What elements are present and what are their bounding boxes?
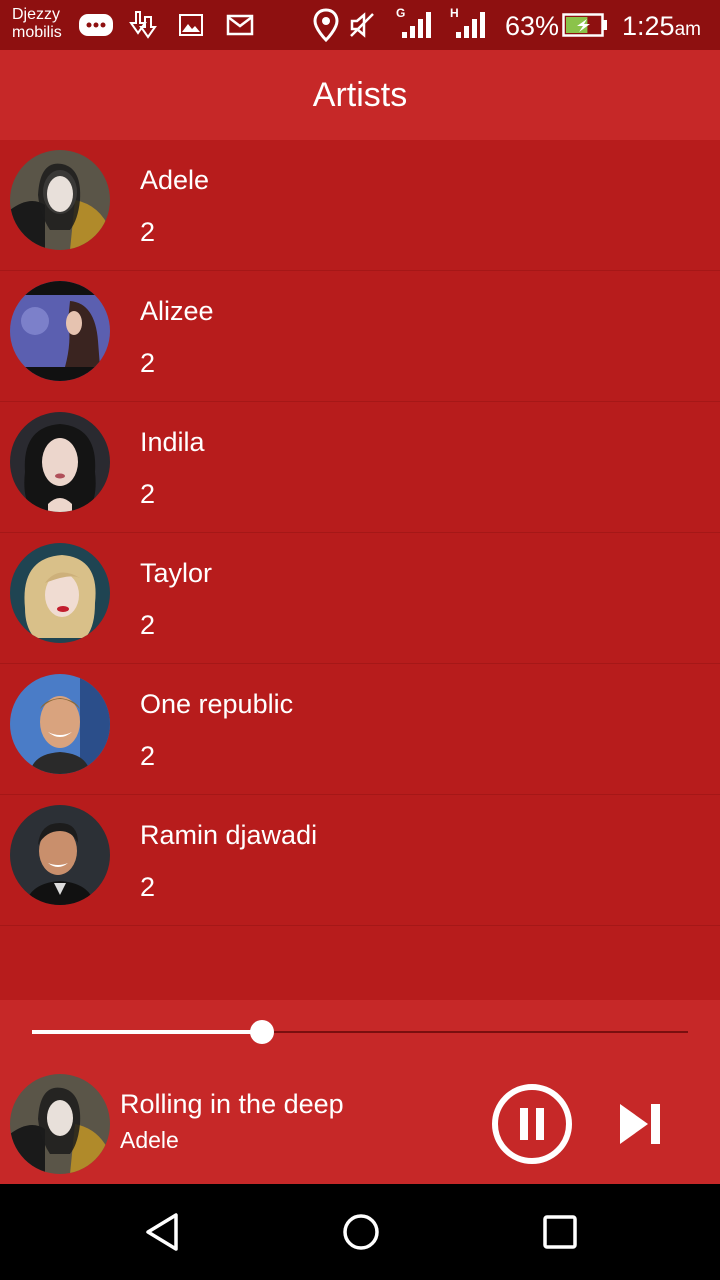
- network-type-label: H: [450, 6, 459, 20]
- skip-next-icon: [620, 1104, 660, 1144]
- navigation-bar: [0, 1184, 720, 1280]
- seek-bar[interactable]: [32, 1020, 688, 1044]
- home-icon: [343, 1214, 379, 1250]
- signal-icon: G: [394, 6, 434, 42]
- back-icon: [146, 1213, 178, 1251]
- signal-icon: H: [448, 6, 488, 42]
- artist-row[interactable]: Indila 2: [0, 402, 720, 533]
- app-bar: Artists: [0, 50, 720, 140]
- artist-song-count: 2: [140, 479, 156, 509]
- artist-song-count: 2: [140, 348, 156, 378]
- back-button[interactable]: [142, 1212, 182, 1252]
- now-playing-bar: Rolling in the deep Adele: [0, 1000, 720, 1184]
- artist-name: Adele: [140, 165, 210, 195]
- carrier-line-1: Djezzy: [12, 6, 61, 23]
- pause-icon: [536, 1108, 544, 1140]
- clock-suffix: am: [674, 19, 701, 40]
- artist-song-count: 2: [140, 872, 156, 902]
- location-icon: [313, 8, 339, 42]
- artist-row[interactable]: Taylor 2: [0, 533, 720, 664]
- artist-avatar: [10, 150, 110, 250]
- artist-song-count: 2: [140, 741, 156, 771]
- clock-time: 1:25: [622, 11, 675, 41]
- recent-apps-icon: [543, 1215, 577, 1249]
- clock: 1:25am: [622, 9, 701, 47]
- now-playing-title[interactable]: Rolling in the deep: [120, 1088, 344, 1120]
- home-button[interactable]: [341, 1212, 381, 1252]
- seek-thumb[interactable]: [249, 1020, 274, 1044]
- carrier-line-2: mobilis: [12, 24, 62, 41]
- pause-button[interactable]: [492, 1084, 572, 1164]
- artist-song-count: 2: [140, 217, 156, 247]
- seek-progress: [32, 1030, 262, 1034]
- carrier-name: Djezzy mobilis: [12, 6, 62, 42]
- chat-icon: [78, 8, 114, 42]
- now-playing-artist[interactable]: Adele: [120, 1126, 179, 1154]
- artist-avatar: [10, 674, 110, 774]
- artist-name: Ramin djawadi: [140, 820, 318, 850]
- battery-percent: 63%: [505, 11, 560, 41]
- artist-avatar: [10, 805, 110, 905]
- artist-name: Taylor: [140, 558, 213, 588]
- artist-row[interactable]: Ramin djawadi 2: [0, 795, 720, 926]
- battery-charging-icon: [562, 8, 608, 42]
- download-icon: [128, 8, 160, 42]
- artist-row[interactable]: One republic 2: [0, 664, 720, 795]
- artist-song-count: 2: [140, 610, 156, 640]
- skip-next-button[interactable]: [618, 1102, 662, 1146]
- artist-list[interactable]: Adele 2 Alizee 2 Indila 2 Taylor 2 One r…: [0, 140, 720, 1000]
- network-type-label: G: [396, 6, 406, 20]
- artist-avatar: [10, 543, 110, 643]
- artist-name: Indila: [140, 427, 205, 457]
- artist-row[interactable]: Adele 2: [0, 140, 720, 271]
- pause-icon: [520, 1108, 528, 1140]
- artist-avatar: [10, 281, 110, 381]
- now-playing-artwork[interactable]: [10, 1074, 110, 1174]
- mute-icon: [348, 8, 376, 42]
- status-bar: Djezzy mobilis G H 63% 1:25am: [0, 0, 720, 50]
- artist-name: Alizee: [140, 296, 214, 326]
- email-icon: [226, 8, 254, 42]
- artist-name: One republic: [140, 689, 294, 719]
- artist-avatar: [10, 412, 110, 512]
- image-icon: [178, 8, 204, 42]
- page-title: Artists: [312, 75, 408, 114]
- artist-row[interactable]: Alizee 2: [0, 271, 720, 402]
- recent-apps-button[interactable]: [540, 1212, 580, 1252]
